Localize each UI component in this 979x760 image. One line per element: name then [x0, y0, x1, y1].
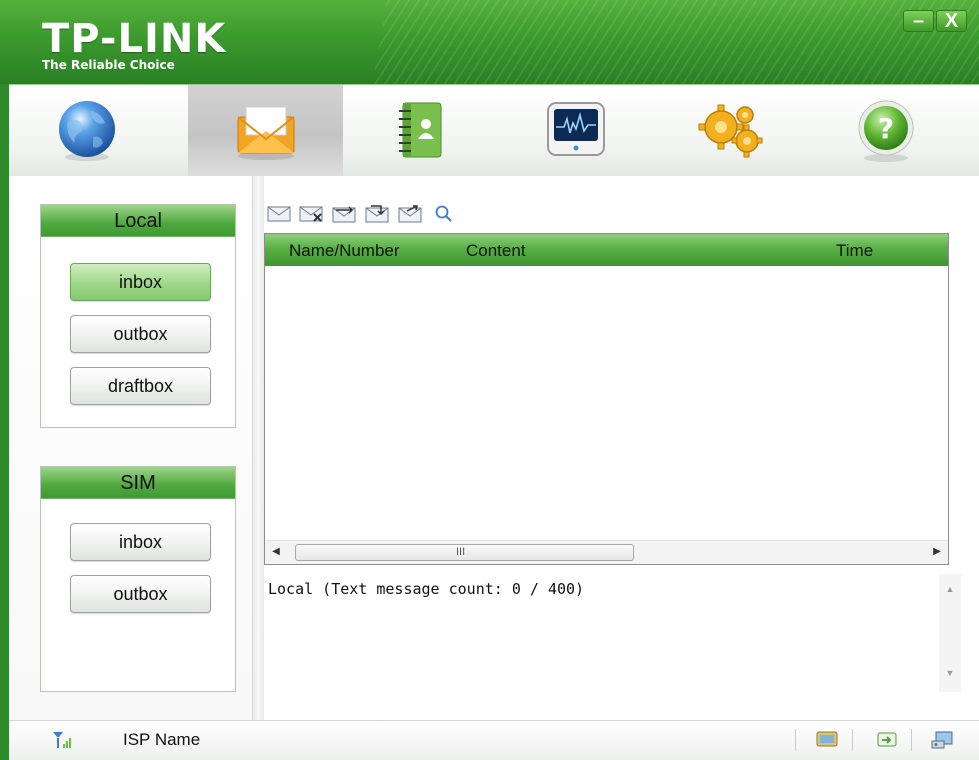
app-window: TP-LINK The Reliable Choice – X ? Local … — [0, 0, 979, 760]
status-separator — [911, 729, 912, 751]
local-inbox-button[interactable]: inbox — [70, 263, 211, 301]
svg-text:?: ? — [877, 112, 893, 145]
sim-outbox-button[interactable]: outbox — [70, 575, 211, 613]
logo: TP-LINK The Reliable Choice — [42, 16, 227, 72]
column-time[interactable]: Time — [836, 241, 873, 261]
list-header: Name/Number Content Time — [265, 234, 948, 266]
message-tools — [266, 202, 457, 226]
local-draftbox-button[interactable]: draftbox — [70, 367, 211, 405]
status-separator — [852, 729, 853, 751]
title-decoration — [365, 0, 979, 84]
tab-contacts[interactable] — [343, 85, 498, 177]
tab-messages[interactable] — [188, 85, 343, 177]
status-separator — [795, 729, 796, 751]
brand-name: TP-LINK — [42, 16, 227, 62]
main-toolbar: ? — [9, 84, 979, 177]
sidebar: Local inbox outbox draftbox SIM inbox ou… — [9, 176, 252, 720]
tab-network[interactable] — [9, 85, 164, 177]
gears-icon — [698, 104, 762, 158]
panel-splitter[interactable] — [252, 176, 264, 720]
scroll-left-icon[interactable]: ◀ — [269, 545, 283, 559]
new-message-icon[interactable] — [266, 203, 292, 225]
status-bar: ISP Name — [9, 720, 979, 760]
tab-settings[interactable] — [653, 85, 808, 177]
horizontal-scrollbar[interactable]: ◀ III ▶ — [265, 540, 948, 564]
local-group: Local inbox outbox draftbox — [40, 204, 236, 428]
vertical-scrollbar[interactable]: ▲ ▼ — [939, 574, 961, 692]
search-icon[interactable] — [431, 203, 457, 225]
connection-icon[interactable] — [875, 729, 899, 749]
isp-name: ISP Name — [123, 730, 201, 749]
message-count-text: Local (Text message count: 0 / 400) — [268, 580, 585, 598]
forward-message-icon[interactable] — [365, 203, 391, 225]
tab-help[interactable]: ? — [808, 85, 963, 177]
reply-message-icon[interactable] — [332, 203, 358, 225]
local-group-title: Local — [41, 205, 235, 237]
scroll-grip: III — [456, 546, 466, 558]
column-name-number[interactable]: Name/Number — [289, 241, 400, 261]
monitor-waveform-icon — [546, 102, 605, 156]
scroll-thumb[interactable]: III — [295, 544, 634, 561]
minimize-button[interactable]: – — [903, 10, 934, 32]
help-icon: ? — [858, 100, 913, 162]
tab-status[interactable] — [498, 85, 653, 177]
sim-group-title: SIM — [41, 467, 235, 499]
sim-inbox-button[interactable]: inbox — [70, 523, 211, 561]
title-bar[interactable]: TP-LINK The Reliable Choice – X — [0, 0, 979, 84]
local-outbox-button[interactable]: outbox — [70, 315, 211, 353]
envelope-icon — [236, 106, 295, 160]
signal-icon — [53, 732, 71, 748]
column-content[interactable]: Content — [466, 241, 526, 261]
close-button[interactable]: X — [936, 10, 967, 32]
message-list[interactable]: Name/Number Content Time ◀ III ▶ — [264, 233, 949, 565]
scroll-right-icon[interactable]: ▶ — [930, 545, 944, 559]
scroll-up-icon[interactable]: ▲ — [939, 584, 961, 600]
delete-message-icon[interactable] — [299, 203, 325, 225]
main-area: Local inbox outbox draftbox SIM inbox ou… — [9, 176, 979, 720]
move-message-icon[interactable] — [398, 203, 424, 225]
globe-icon — [58, 101, 115, 161]
sim-group: SIM inbox outbox — [40, 466, 236, 692]
message-panel: Name/Number Content Time ◀ III ▶ Local (… — [264, 176, 979, 720]
contacts-book-icon — [398, 102, 441, 158]
sms-indicator-icon[interactable] — [815, 729, 839, 749]
device-icon[interactable] — [930, 729, 954, 749]
scroll-down-icon[interactable]: ▼ — [939, 668, 961, 684]
